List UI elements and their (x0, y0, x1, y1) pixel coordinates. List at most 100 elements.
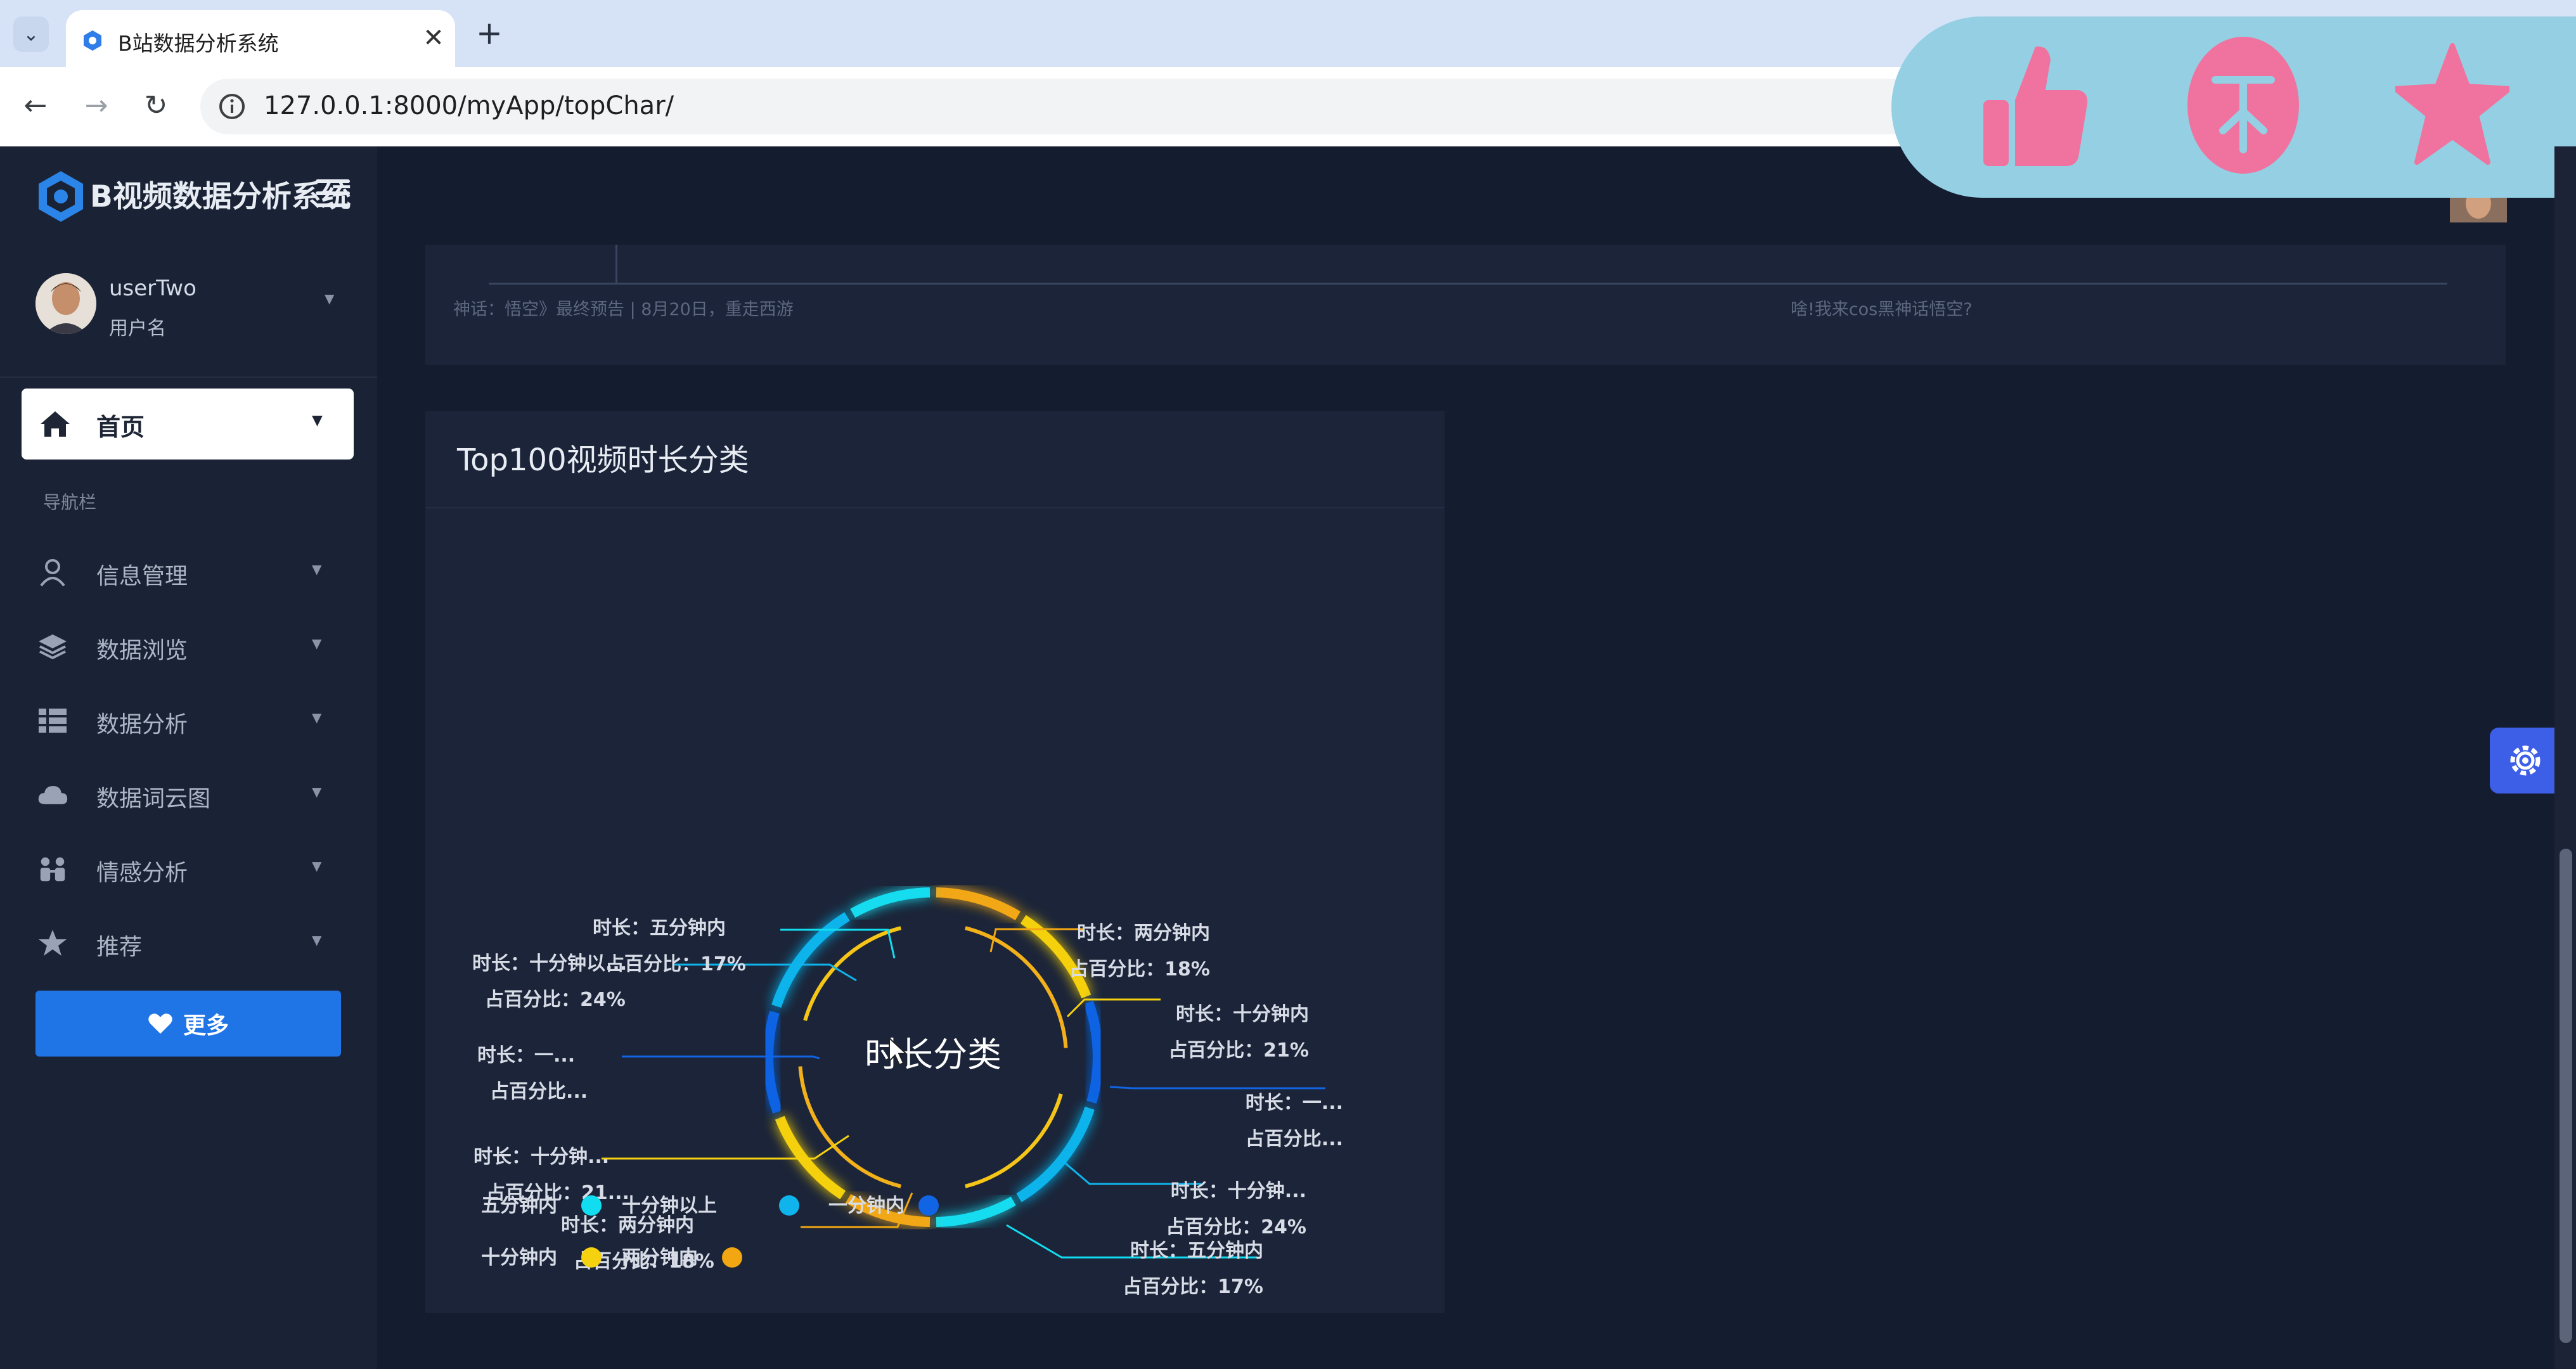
legend-swatch (581, 1195, 602, 1216)
layers-icon (37, 632, 68, 661)
main-content: 神话：悟空》最终预告 | 8月20日，重走西游 啥!我来cos黑神话悟空? To… (377, 146, 2561, 1369)
coin-icon (2187, 37, 2299, 174)
slice-label-name: 时长：十分钟以... (472, 953, 627, 975)
sidebar-item-label: 情感分析 (96, 860, 188, 886)
chart-panel-header: Top100视频时长分类 (425, 411, 1445, 508)
site-favicon-icon (84, 30, 101, 51)
slice-label-percent: 占百分比... (490, 1081, 588, 1103)
people-icon (37, 854, 68, 884)
tab-search-button[interactable]: ⌄ (13, 16, 49, 52)
legend-label: 一分钟内 (828, 1195, 905, 1217)
back-button[interactable]: ← (16, 86, 55, 124)
tab-title: B站数据分析系统 (118, 31, 279, 56)
sidebar-item-label: 信息管理 (96, 563, 188, 589)
timeline-axis (489, 283, 2447, 285)
coin-button[interactable] (2180, 37, 2307, 174)
chart-panel-title: Top100视频时长分类 (457, 442, 749, 478)
donut-slice (1083, 1001, 1103, 1104)
sidebar-item-browse[interactable]: 数据浏览 ▼ (0, 614, 377, 678)
legend-label: 五分钟内 (481, 1195, 557, 1217)
new-tab-button[interactable]: + (472, 15, 507, 51)
tab-close-icon[interactable]: ✕ (418, 23, 449, 53)
chevron-down-icon: ▼ (312, 784, 322, 799)
legend-label: 十分钟内 (481, 1247, 557, 1269)
duration-chart-panel: Top100视频时长分类 时长分类 时长：五分钟内占百分比：17% 时长：十分钟以… (425, 411, 1445, 1313)
chevron-down-icon: ▼ (312, 636, 322, 651)
chevron-down-icon: ▼ (312, 413, 323, 428)
sidebar-item-label: 数据词云图 (96, 786, 211, 812)
forward-button[interactable]: → (77, 86, 115, 124)
thumbs-up-icon (1983, 46, 2088, 166)
donut-slice (775, 1115, 846, 1200)
browser-tab[interactable]: B站数据分析系统 ✕ (66, 10, 455, 67)
chevron-down-icon: ▼ (312, 562, 322, 577)
slice-label-percent: 占百分比：18% (1069, 958, 1210, 980)
sidebar-item-label: 首页 (96, 413, 145, 441)
label-leader-line (780, 929, 896, 959)
legend-label: 十分钟以上 (622, 1195, 717, 1217)
favorite-button[interactable] (2389, 42, 2516, 169)
sidebar-item-label: 数据浏览 (96, 638, 188, 664)
user-icon (37, 558, 68, 587)
username: userTwo (109, 276, 196, 301)
sidebar: B视频数据分析系统 userTwo 用户名 ▼ 首页 ▼ 导航栏 信息管理 ▼ (0, 146, 377, 1369)
reload-button[interactable]: ↻ (137, 86, 175, 124)
label-leader-line (1066, 998, 1161, 1018)
timeline-label: 神话：悟空》最终预告 | 8月20日，重走西游 (453, 300, 794, 319)
sidebar-item-wordcloud[interactable]: 数据词云图 ▼ (0, 762, 377, 826)
sidebar-item-recommend[interactable]: 推荐 ▼ (0, 911, 377, 974)
slice-label-percent: 占百分比：17% (1123, 1276, 1263, 1298)
like-button[interactable] (1971, 42, 2097, 169)
site-info-icon[interactable] (214, 89, 250, 124)
slice-label-name: 时长：五分钟内 (1130, 1240, 1263, 1262)
sidebar-item-sentiment[interactable]: 情感分析 ▼ (0, 837, 377, 900)
avatar (35, 273, 96, 334)
legend-swatch (918, 1195, 939, 1216)
reaction-toolbar (1891, 16, 2576, 198)
legend-swatch (722, 1247, 742, 1268)
sidebar-item-analysis[interactable]: 数据分析 ▼ (0, 688, 377, 752)
star-icon (37, 929, 68, 958)
star-icon (2395, 43, 2509, 165)
more-button[interactable]: 更多 (35, 991, 341, 1057)
slice-label-name: 时长：一... (1246, 1092, 1343, 1114)
slice-label-name: 时长：两分钟内 (561, 1214, 694, 1237)
donut-chart: 时长分类 时长：五分钟内占百分比：17%时长：十分钟以...占百分比：24%时长… (472, 887, 1343, 1298)
chart-center-title: 时长分类 (865, 1035, 1001, 1075)
label-leader-line (1109, 1086, 1325, 1089)
slice-label-name: 时长：一... (477, 1044, 575, 1067)
more-button-label: 更多 (183, 1013, 229, 1039)
label-leader-line (622, 1055, 820, 1060)
slice-label-percent: 占百分比：21% (1168, 1039, 1309, 1062)
user-role: 用户名 (109, 318, 166, 340)
cloud-icon (37, 780, 68, 809)
chevron-down-icon[interactable]: ▼ (325, 291, 334, 306)
slice-label-percent: 占百分比：24% (485, 989, 626, 1011)
slice-labels: 时长：五分钟内占百分比：17% 时长：十分钟以... 占百分比：24% 时长：一...… (472, 917, 1343, 1298)
logo-icon (39, 171, 83, 222)
timeline-label: 啥!我来cos黑神话悟空? (1791, 300, 1973, 319)
legend-swatch (581, 1247, 602, 1268)
sidebar-item-label: 数据分析 (96, 712, 188, 738)
legend-swatch (779, 1195, 799, 1216)
chevron-down-icon: ▼ (312, 710, 322, 725)
slice-label-percent: 占百分比... (1246, 1128, 1343, 1150)
sidebar-item-home[interactable]: 首页 ▼ (22, 389, 354, 460)
settings-button[interactable] (2490, 728, 2561, 794)
sidebar-item-label: 推荐 (96, 934, 143, 960)
page-scrollbar[interactable] (2554, 146, 2576, 1369)
donut-slice (763, 1010, 783, 1114)
url-text[interactable]: 127.0.0.1:8000/myApp/topChar/ (264, 91, 674, 120)
heart-icon (148, 1013, 172, 1034)
donut-slice (1016, 1107, 1095, 1202)
menu-toggle-icon[interactable] (316, 179, 350, 207)
brand-title: B视频数据分析系统 (90, 179, 351, 214)
legend-label: 两分钟内 (622, 1247, 698, 1269)
nav-section-label: 导航栏 (43, 492, 97, 513)
slice-label-name: 时长：五分钟内 (593, 917, 726, 939)
slice-label-name: 时长：十分钟内 (1176, 1003, 1309, 1025)
user-panel[interactable]: userTwo 用户名 ▼ (0, 260, 377, 378)
timeline-panel: 神话：悟空》最终预告 | 8月20日，重走西游 啥!我来cos黑神话悟空? (425, 245, 2506, 365)
scrollbar-thumb[interactable] (2560, 849, 2572, 1343)
sidebar-item-info[interactable]: 信息管理 ▼ (0, 540, 377, 603)
